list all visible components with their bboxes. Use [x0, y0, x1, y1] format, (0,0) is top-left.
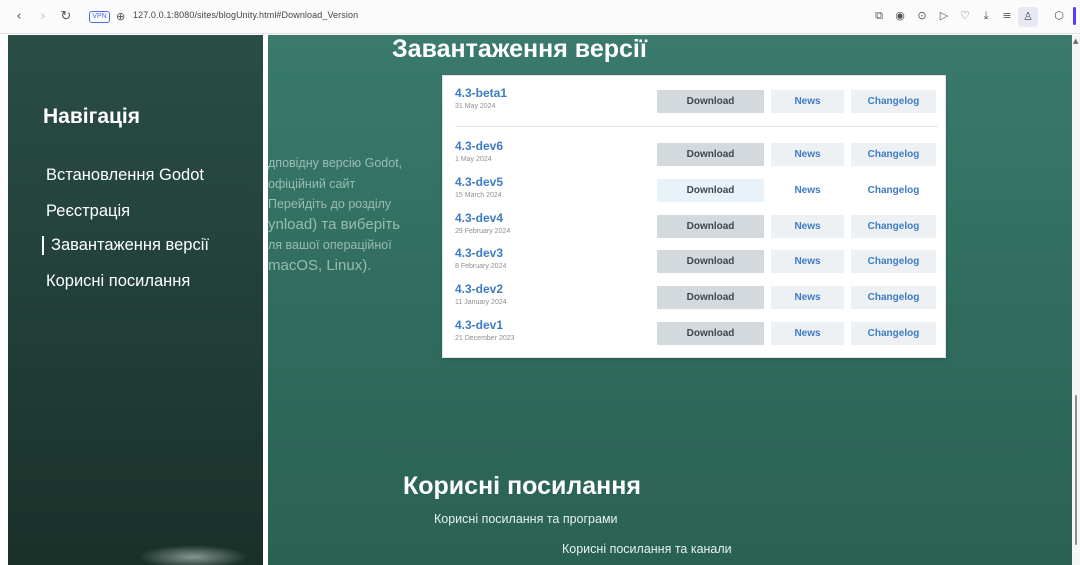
download-section-title: Завантаження версії	[392, 35, 647, 63]
download-button[interactable]: Download	[657, 286, 764, 309]
version-date: 8 February 2024	[455, 263, 507, 270]
news-button[interactable]: News	[771, 322, 844, 345]
page-content: Навігація Встановлення Godot Реєстрація …	[0, 35, 1080, 565]
screenshot-icon[interactable]: ⧉	[872, 9, 886, 23]
vpn-badge[interactable]: VPN	[89, 11, 110, 23]
divider	[455, 126, 938, 127]
version-date: 11 January 2024	[455, 299, 507, 306]
background-paragraph: дповідну версію Godot, офіційний сайт Пе…	[268, 156, 403, 274]
version-row: 4.3-dev3 8 February 2024 Download News C…	[443, 246, 947, 278]
download-button[interactable]: Download	[657, 143, 764, 166]
version-name: 4.3-dev1	[455, 318, 504, 332]
download-icon[interactable]: ⤓	[979, 9, 993, 23]
reload-icon[interactable]: ↻	[57, 8, 75, 26]
news-button[interactable]: News	[771, 90, 844, 113]
version-row: 4.3-dev2 11 January 2024 Download News C…	[443, 282, 947, 314]
version-row: 4.3-dev1 21 December 2023 Download News …	[443, 318, 947, 350]
back-icon[interactable]: ‹	[10, 8, 28, 26]
forward-icon[interactable]: ›	[34, 8, 52, 26]
version-name: 4.3-dev3	[455, 246, 504, 260]
version-name: 4.3-dev6	[455, 139, 504, 153]
news-button[interactable]: News	[771, 179, 844, 202]
sidebar-item-download-version[interactable]: Завантаження версії	[42, 236, 209, 255]
version-name: 4.3-dev5	[455, 175, 504, 189]
play-icon[interactable]: ▷	[937, 9, 951, 23]
links-subtitle-channels[interactable]: Корисні посилання та канали	[562, 542, 732, 556]
sidebar-item-useful-links[interactable]: Корисні посилання	[46, 272, 190, 291]
sidebar: Навігація Встановлення Godot Реєстрація …	[8, 35, 263, 565]
changelog-button[interactable]: Changelog	[851, 143, 936, 166]
download-button[interactable]: Download	[657, 322, 764, 345]
address-bar[interactable]: 127.0.0.1:8080/sites/blogUnity.html#Down…	[133, 10, 358, 20]
version-row: 4.3-dev4 29 February 2024 Download News …	[443, 211, 947, 243]
version-date: 31 May 2024	[455, 103, 496, 110]
scrollbar-thumb[interactable]	[1075, 395, 1077, 545]
version-date: 15 March 2024	[455, 192, 502, 199]
version-date: 29 February 2024	[455, 228, 511, 235]
heart-icon[interactable]: ♡	[958, 9, 972, 23]
news-button[interactable]: News	[771, 215, 844, 238]
extensions-icon[interactable]: ⬡	[1052, 9, 1066, 23]
version-row: 4.3-beta1 31 May 2024 Download News Chan…	[443, 86, 947, 118]
news-button[interactable]: News	[771, 286, 844, 309]
main-content: Завантаження версії дповідну версію Godo…	[268, 35, 1072, 565]
news-button[interactable]: News	[771, 250, 844, 273]
scroll-up-icon[interactable]: ▲	[1073, 37, 1078, 45]
globe-icon: ⊕	[116, 10, 126, 23]
versions-panel: 4.3-beta1 31 May 2024 Download News Chan…	[442, 75, 946, 358]
changelog-button[interactable]: Changelog	[851, 179, 936, 202]
profile-icon[interactable]: ♙	[1018, 7, 1038, 27]
version-row: 4.3-dev6 1 May 2024 Download News Change…	[443, 139, 947, 171]
download-button[interactable]: Download	[657, 90, 764, 113]
news-button[interactable]: News	[771, 143, 844, 166]
record-icon[interactable]: ⊙	[915, 9, 929, 23]
download-button[interactable]: Download	[657, 250, 764, 273]
sidebar-item-install-godot[interactable]: Встановлення Godot	[46, 166, 204, 185]
camera-icon[interactable]: ◉	[893, 9, 907, 23]
version-name: 4.3-dev2	[455, 282, 504, 296]
changelog-button[interactable]: Changelog	[851, 286, 936, 309]
changelog-button[interactable]: Changelog	[851, 250, 936, 273]
version-row: 4.3-dev5 15 March 2024 Download News Cha…	[443, 175, 947, 207]
download-button[interactable]: Download	[657, 215, 764, 238]
changelog-button[interactable]: Changelog	[851, 322, 936, 345]
sidebar-item-registration[interactable]: Реєстрація	[46, 202, 130, 221]
download-button[interactable]: Download	[657, 179, 764, 202]
changelog-button[interactable]: Changelog	[851, 90, 936, 113]
links-subtitle-programs[interactable]: Корисні посилання та програми	[434, 512, 618, 526]
version-date: 21 December 2023	[455, 335, 515, 342]
accent-indicator	[1073, 7, 1076, 25]
sidebar-glow	[138, 545, 248, 565]
sidebar-title: Навігація	[43, 105, 141, 128]
changelog-button[interactable]: Changelog	[851, 215, 936, 238]
browser-toolbar: ‹ › ↻ VPN ⊕ 127.0.0.1:8080/sites/blogUni…	[0, 0, 1080, 34]
version-name: 4.3-beta1	[455, 86, 508, 100]
version-date: 1 May 2024	[455, 156, 492, 163]
menu-icon[interactable]: ≡	[1000, 9, 1014, 23]
version-name: 4.3-dev4	[455, 211, 504, 225]
links-section-title: Корисні посилання	[403, 472, 641, 500]
